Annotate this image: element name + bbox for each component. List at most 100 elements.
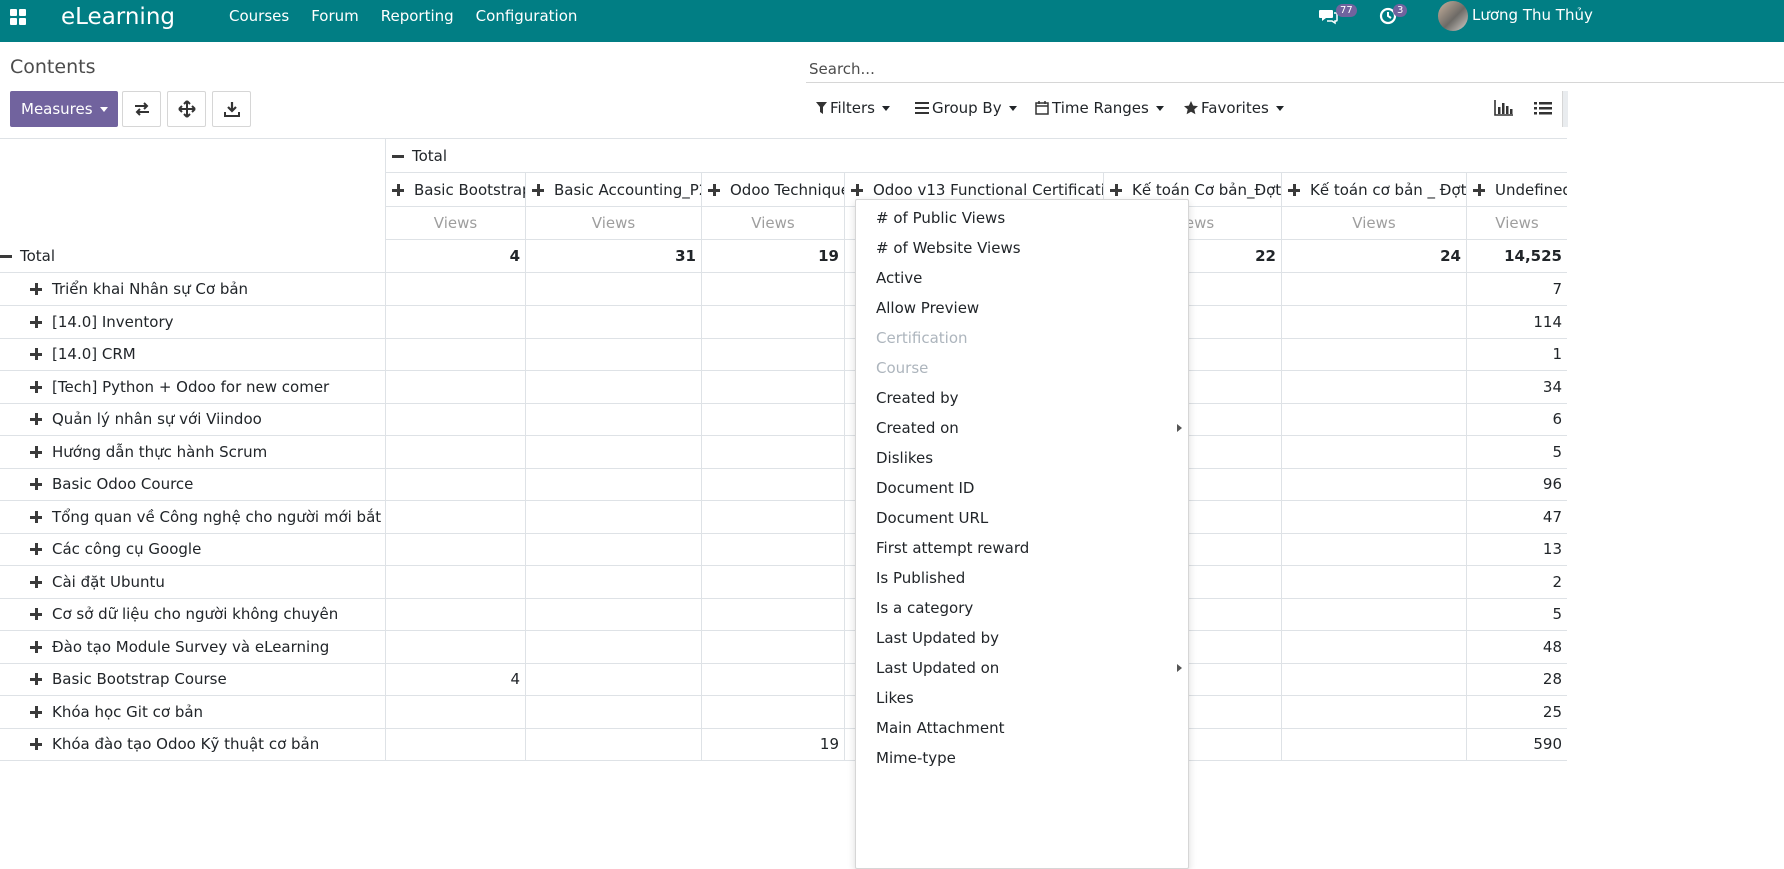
row-header[interactable]: Quản lý nhân sự với Viindoo — [0, 403, 385, 435]
row-header[interactable]: Khóa học Git cơ bản — [0, 696, 385, 728]
menu-configuration[interactable]: Configuration — [476, 6, 578, 26]
pivot-cell[interactable] — [525, 663, 701, 695]
measure-option[interactable]: Document URL — [856, 503, 1188, 533]
row-header[interactable]: Các công cụ Google — [0, 533, 385, 565]
pivot-cell[interactable] — [525, 338, 701, 370]
col-header[interactable]: Basic Accounting_P2 — [525, 173, 701, 207]
filters-toggle[interactable]: Filters — [816, 99, 890, 117]
measure-header[interactable]: Views — [525, 207, 701, 240]
pivot-cell[interactable] — [701, 338, 844, 370]
row-header-total[interactable]: Total — [0, 240, 385, 272]
pivot-cell[interactable] — [385, 403, 525, 435]
pivot-cell[interactable] — [525, 468, 701, 500]
pivot-cell[interactable] — [1281, 435, 1466, 468]
col-header-total[interactable]: Total — [385, 139, 1567, 173]
measure-option[interactable]: Active — [856, 263, 1188, 293]
pivot-cell[interactable] — [701, 305, 844, 338]
menu-forum[interactable]: Forum — [311, 6, 359, 26]
favorites-toggle[interactable]: Favorites — [1184, 99, 1284, 117]
measure-option[interactable]: Is Published — [856, 563, 1188, 593]
pivot-cell[interactable] — [385, 565, 525, 598]
pivot-cell[interactable] — [385, 305, 525, 338]
pivot-cell[interactable]: 19 — [701, 728, 844, 760]
pivot-cell[interactable] — [1281, 598, 1466, 630]
pivot-cell[interactable] — [525, 370, 701, 403]
pivot-cell[interactable] — [525, 598, 701, 630]
measure-option[interactable]: First attempt reward — [856, 533, 1188, 563]
user-name[interactable]: Lương Thu Thủy — [1472, 6, 1593, 24]
pivot-cell[interactable] — [1281, 728, 1466, 760]
pivot-cell[interactable] — [701, 468, 844, 500]
pivot-cell[interactable] — [385, 338, 525, 370]
pivot-cell[interactable] — [1281, 370, 1466, 403]
row-header[interactable]: Basic Bootstrap Course — [0, 663, 385, 695]
menu-courses[interactable]: Courses — [229, 6, 289, 26]
measure-option[interactable]: Created on — [856, 413, 1188, 443]
measure-option[interactable]: Created by — [856, 383, 1188, 413]
flip-axis-button[interactable] — [122, 91, 161, 127]
pivot-cell[interactable] — [385, 630, 525, 663]
pivot-cell[interactable] — [701, 663, 844, 695]
measure-option[interactable]: # of Public Views — [856, 203, 1188, 233]
pivot-cell[interactable]: 5 — [1466, 435, 1567, 468]
pivot-cell[interactable] — [1281, 500, 1466, 533]
pivot-cell[interactable]: 2 — [1466, 565, 1567, 598]
measure-option[interactable]: Dislikes — [856, 443, 1188, 473]
row-header[interactable]: Đào tạo Module Survey và eLearning — [0, 631, 385, 663]
measure-option[interactable]: Mime-type — [856, 743, 1188, 773]
row-header[interactable]: [Tech] Python + Odoo for new comer — [0, 371, 385, 403]
pivot-cell[interactable] — [701, 403, 844, 435]
pivot-cell[interactable]: 31 — [525, 240, 701, 272]
pivot-cell[interactable] — [525, 695, 701, 728]
col-header[interactable]: Odoo Technique — [701, 173, 844, 207]
pivot-cell[interactable] — [525, 533, 701, 565]
pivot-cell[interactable] — [701, 435, 844, 468]
measure-option[interactable]: Allow Preview — [856, 293, 1188, 323]
measure-option[interactable]: # of Website Views — [856, 233, 1188, 263]
menu-reporting[interactable]: Reporting — [381, 6, 454, 26]
pivot-cell[interactable] — [525, 305, 701, 338]
pivot-cell[interactable] — [385, 435, 525, 468]
pivot-cell[interactable]: 13 — [1466, 533, 1567, 565]
row-header[interactable]: [14.0] Inventory — [0, 306, 385, 338]
pivot-cell[interactable] — [385, 533, 525, 565]
app-brand[interactable]: eLearning — [61, 2, 175, 32]
measure-option[interactable]: Is a category — [856, 593, 1188, 623]
row-header[interactable]: Hướng dẫn thực hành Scrum — [0, 436, 385, 468]
pivot-cell[interactable]: 6 — [1466, 403, 1567, 435]
measure-option[interactable]: Document ID — [856, 473, 1188, 503]
pivot-cell[interactable] — [701, 598, 844, 630]
measures-button[interactable]: Measures — [10, 91, 118, 127]
measure-option[interactable]: Last Updated on — [856, 653, 1188, 683]
messages-icon[interactable] — [1318, 6, 1338, 26]
graph-view-icon[interactable] — [1493, 98, 1515, 118]
pivot-cell[interactable]: 96 — [1466, 468, 1567, 500]
row-header[interactable]: Khóa đào tạo Odoo Kỹ thuật cơ bản — [0, 728, 385, 760]
pivot-cell[interactable] — [701, 565, 844, 598]
row-header[interactable]: [14.0] CRM — [0, 338, 385, 370]
download-button[interactable] — [212, 91, 251, 127]
measure-header[interactable]: Views — [1281, 207, 1466, 240]
pivot-cell[interactable] — [525, 728, 701, 760]
measure-header[interactable]: Views — [385, 207, 525, 240]
list-view-icon[interactable] — [1532, 98, 1554, 118]
pivot-cell[interactable] — [1281, 273, 1466, 305]
row-header[interactable]: Tổng quan về Công nghệ cho người mới bắt… — [0, 501, 385, 533]
pivot-cell[interactable]: 47 — [1466, 500, 1567, 533]
pivot-cell[interactable] — [1281, 468, 1466, 500]
search-input[interactable] — [806, 57, 1784, 81]
group-by-toggle[interactable]: Group By — [915, 99, 1017, 117]
pivot-cell[interactable] — [525, 565, 701, 598]
pivot-cell[interactable]: 590 — [1466, 728, 1567, 760]
pivot-cell[interactable] — [385, 370, 525, 403]
user-avatar[interactable] — [1438, 1, 1468, 31]
pivot-cell[interactable]: 114 — [1466, 305, 1567, 338]
pivot-cell[interactable] — [525, 273, 701, 305]
time-ranges-toggle[interactable]: Time Ranges — [1035, 99, 1164, 117]
row-header[interactable]: Cài đặt Ubuntu — [0, 566, 385, 598]
pivot-cell[interactable]: 5 — [1466, 598, 1567, 630]
pivot-cell[interactable] — [1281, 403, 1466, 435]
pivot-cell[interactable] — [701, 630, 844, 663]
pivot-cell[interactable]: 24 — [1281, 240, 1466, 272]
measure-option[interactable]: Last Updated by — [856, 623, 1188, 653]
